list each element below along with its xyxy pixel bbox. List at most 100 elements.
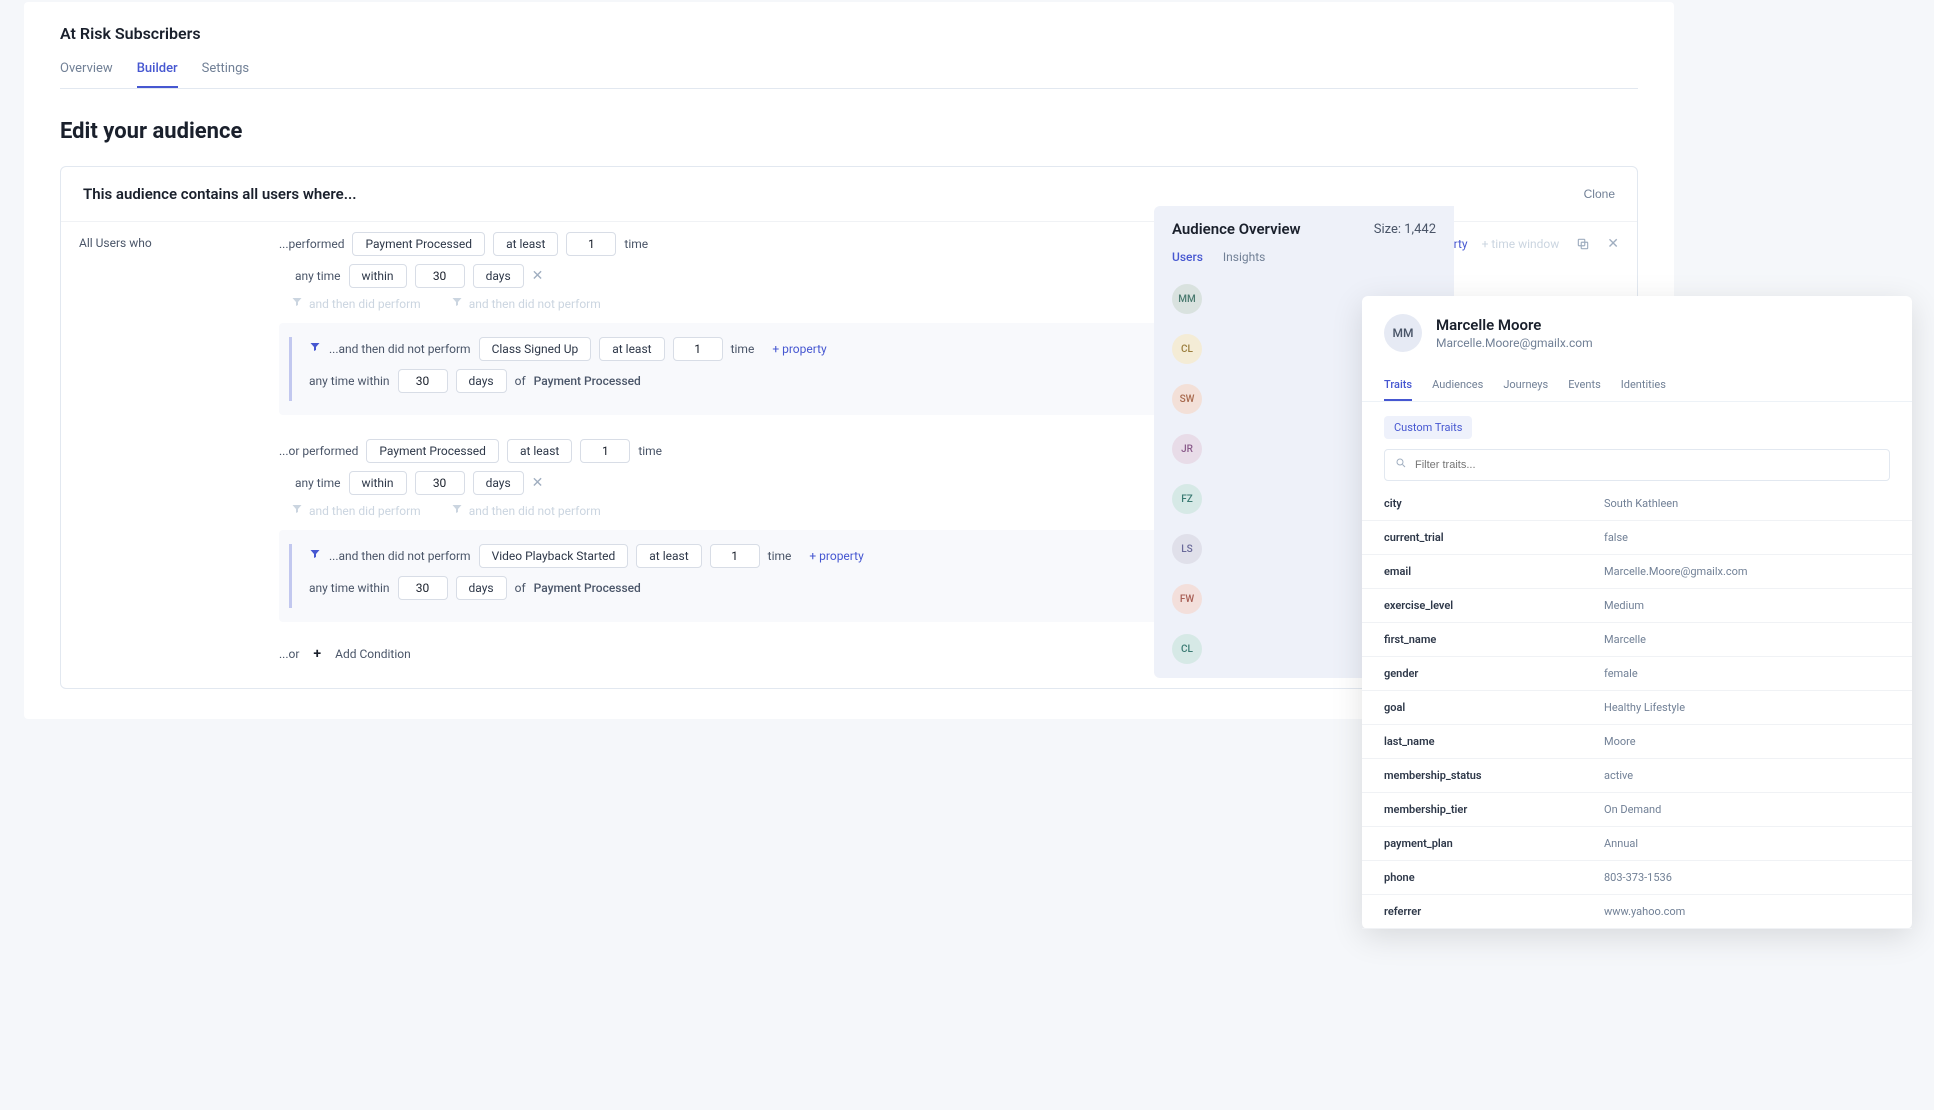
avatar[interactable]: CL bbox=[1172, 334, 1202, 364]
hint-did-perform[interactable]: and then did perform bbox=[291, 296, 421, 311]
days-unit-select[interactable]: days bbox=[473, 471, 524, 495]
page-title: At Risk Subscribers bbox=[60, 24, 1638, 43]
days-unit-select[interactable]: days bbox=[456, 576, 507, 600]
profile-tab-audiences[interactable]: Audiences bbox=[1432, 370, 1483, 401]
search-icon bbox=[1395, 457, 1407, 473]
trait-row: genderfemale bbox=[1362, 657, 1912, 691]
hint-did-not-perform[interactable]: and then did not perform bbox=[451, 503, 601, 518]
trait-value: Annual bbox=[1604, 837, 1638, 850]
of-label: of bbox=[515, 581, 526, 595]
trait-row: membership_statusactive bbox=[1362, 759, 1912, 793]
add-property-button[interactable]: + property bbox=[809, 549, 863, 563]
overview-title: Audience Overview bbox=[1172, 220, 1301, 238]
trait-row: current_trialfalse bbox=[1362, 521, 1912, 555]
funnel-icon bbox=[309, 548, 321, 564]
operator-select[interactable]: at least bbox=[599, 337, 664, 361]
traits-list: citySouth Kathleencurrent_trialfalseemai… bbox=[1362, 487, 1912, 929]
count-input[interactable]: 1 bbox=[673, 337, 723, 361]
within-select[interactable]: within bbox=[349, 264, 407, 288]
trait-row: payment_planAnnual bbox=[1362, 827, 1912, 861]
funnel-icon bbox=[291, 296, 303, 311]
trait-row: citySouth Kathleen bbox=[1362, 487, 1912, 521]
remove-time-icon[interactable]: ✕ bbox=[532, 475, 544, 491]
trait-row: membership_tierOn Demand bbox=[1362, 793, 1912, 827]
profile-tab-traits[interactable]: Traits bbox=[1384, 370, 1412, 401]
trait-key: email bbox=[1384, 565, 1604, 578]
avatar[interactable]: SW bbox=[1172, 384, 1202, 414]
trait-row: emailMarcelle.Moore@gmailx.com bbox=[1362, 555, 1912, 589]
trait-key: membership_tier bbox=[1384, 803, 1604, 816]
clone-button[interactable]: Clone bbox=[1584, 187, 1615, 201]
custom-traits-chip[interactable]: Custom Traits bbox=[1384, 416, 1472, 439]
event-select[interactable]: Payment Processed bbox=[352, 232, 485, 256]
profile-tab-events[interactable]: Events bbox=[1568, 370, 1601, 401]
tab-overview[interactable]: Overview bbox=[60, 61, 113, 88]
trait-key: phone bbox=[1384, 871, 1604, 884]
builder-heading: This audience contains all users where..… bbox=[83, 185, 356, 203]
hint-did-not-perform-label: and then did not perform bbox=[469, 297, 601, 311]
overview-size: Size: 1,442 bbox=[1374, 222, 1436, 237]
trait-value: Marcelle.Moore@gmailx.com bbox=[1604, 565, 1748, 578]
hint-did-perform[interactable]: and then did perform bbox=[291, 503, 421, 518]
count-input[interactable]: 1 bbox=[566, 232, 616, 256]
event-select[interactable]: Video Playback Started bbox=[479, 544, 629, 568]
days-unit-select[interactable]: days bbox=[456, 369, 507, 393]
hint-did-perform-label: and then did perform bbox=[309, 504, 421, 518]
add-property-button[interactable]: + property bbox=[772, 342, 826, 356]
operator-select[interactable]: at least bbox=[636, 544, 701, 568]
trait-row: last_nameMoore bbox=[1362, 725, 1912, 759]
avatar[interactable]: JR bbox=[1172, 434, 1202, 464]
days-input[interactable]: 30 bbox=[415, 471, 465, 495]
trait-value: Medium bbox=[1604, 599, 1644, 612]
profile-tab-identities[interactable]: Identities bbox=[1621, 370, 1666, 401]
main-tabs: Overview Builder Settings bbox=[60, 61, 1638, 89]
any-time-label: any time bbox=[295, 476, 341, 490]
count-input[interactable]: 1 bbox=[580, 439, 630, 463]
overview-tab-insights[interactable]: Insights bbox=[1223, 250, 1265, 270]
overview-tab-users[interactable]: Users bbox=[1172, 250, 1203, 270]
trait-row: referrerwww.yahoo.com bbox=[1362, 895, 1912, 929]
avatar[interactable]: CL bbox=[1172, 634, 1202, 664]
trait-value: Marcelle bbox=[1604, 633, 1646, 646]
funnel-icon bbox=[309, 341, 321, 357]
trait-value: www.yahoo.com bbox=[1604, 905, 1685, 918]
tab-builder[interactable]: Builder bbox=[137, 61, 178, 88]
trait-row: exercise_levelMedium bbox=[1362, 589, 1912, 623]
days-input[interactable]: 30 bbox=[415, 264, 465, 288]
avatar[interactable]: MM bbox=[1172, 284, 1202, 314]
trait-value: active bbox=[1604, 769, 1633, 782]
event-select[interactable]: Payment Processed bbox=[366, 439, 499, 463]
remove-time-icon[interactable]: ✕ bbox=[532, 268, 544, 284]
of-event-label: Payment Processed bbox=[534, 374, 641, 388]
within-select[interactable]: within bbox=[349, 471, 407, 495]
of-event-label: Payment Processed bbox=[534, 581, 641, 595]
time-label: time bbox=[638, 444, 662, 458]
operator-select[interactable]: at least bbox=[493, 232, 558, 256]
avatar[interactable]: LS bbox=[1172, 534, 1202, 564]
traits-search-input[interactable] bbox=[1415, 459, 1879, 471]
add-condition-button[interactable]: Add Condition bbox=[335, 647, 411, 661]
operator-select[interactable]: at least bbox=[507, 439, 572, 463]
avatar[interactable]: FW bbox=[1172, 584, 1202, 614]
trait-row: first_nameMarcelle bbox=[1362, 623, 1912, 657]
count-input[interactable]: 1 bbox=[710, 544, 760, 568]
trait-key: current_trial bbox=[1384, 531, 1604, 544]
trait-key: membership_status bbox=[1384, 769, 1604, 782]
traits-search[interactable] bbox=[1384, 449, 1890, 481]
event-select[interactable]: Class Signed Up bbox=[479, 337, 592, 361]
funnel-icon bbox=[451, 296, 463, 311]
plus-icon: + bbox=[313, 646, 321, 662]
days-input[interactable]: 30 bbox=[398, 576, 448, 600]
days-unit-select[interactable]: days bbox=[473, 264, 524, 288]
hint-did-not-perform[interactable]: and then did not perform bbox=[451, 296, 601, 311]
copy-icon[interactable] bbox=[1573, 234, 1593, 254]
profile-tab-journeys[interactable]: Journeys bbox=[1503, 370, 1548, 401]
trait-value: On Demand bbox=[1604, 803, 1661, 816]
trait-key: referrer bbox=[1384, 905, 1604, 918]
close-icon[interactable]: ✕ bbox=[1607, 236, 1619, 252]
all-users-label: All Users who bbox=[61, 222, 261, 688]
tab-settings[interactable]: Settings bbox=[202, 61, 249, 88]
days-input[interactable]: 30 bbox=[398, 369, 448, 393]
add-time-window-button[interactable]: + time window bbox=[1482, 237, 1560, 251]
avatar[interactable]: FZ bbox=[1172, 484, 1202, 514]
